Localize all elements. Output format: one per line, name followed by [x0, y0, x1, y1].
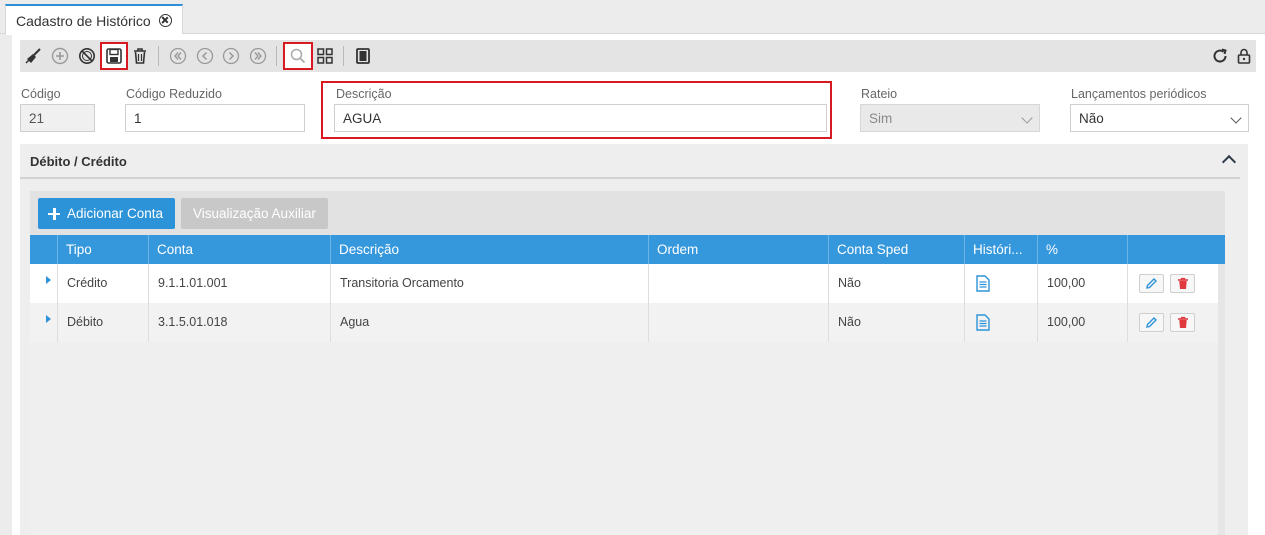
rateio-select[interactable]: Sim	[860, 104, 1040, 132]
cell-historico[interactable]	[965, 303, 1038, 342]
first-record-icon[interactable]	[166, 44, 190, 68]
codigo-field[interactable]: 21	[20, 104, 95, 132]
descricao-label: Descrição	[336, 87, 392, 101]
rateio-value: Sim	[869, 110, 893, 126]
cell-actions	[1128, 303, 1218, 342]
close-tab-icon[interactable]	[158, 14, 172, 27]
column-percent[interactable]: %	[1038, 235, 1128, 264]
column-descricao[interactable]: Descrição	[331, 235, 649, 264]
row-expander[interactable]	[30, 303, 58, 342]
grid-view-icon[interactable]	[313, 44, 337, 68]
broom-icon[interactable]	[22, 44, 46, 68]
codigo-reduzido-field[interactable]: 1	[125, 104, 305, 132]
cell-conta: 3.1.5.01.018	[149, 303, 331, 342]
cell-descricao: Agua	[331, 303, 649, 342]
grid-scrollbar[interactable]	[1218, 264, 1225, 535]
column-historico[interactable]: Históri...	[965, 235, 1038, 264]
add-account-button[interactable]: Adicionar Conta	[38, 198, 176, 229]
chevron-up-icon[interactable]	[1221, 154, 1237, 170]
toolbar-separator	[343, 46, 344, 66]
delete-button[interactable]	[1170, 274, 1195, 293]
cell-conta-sped: Não	[829, 303, 965, 342]
table-row[interactable]: Crédito 9.1.1.01.001 Transitoria Orcamen…	[30, 264, 1218, 303]
lock-icon[interactable]	[1232, 44, 1256, 68]
cell-percent: 100,00	[1038, 303, 1128, 342]
section-title: Débito / Crédito	[30, 154, 127, 169]
lancamentos-value: Não	[1079, 110, 1104, 126]
descricao-field[interactable]: AGUA	[334, 104, 827, 132]
trash-icon	[1177, 277, 1188, 289]
column-conta-sped[interactable]: Conta Sped	[829, 235, 965, 264]
delete-button[interactable]	[1170, 313, 1195, 332]
cell-actions	[1128, 264, 1218, 303]
cell-ordem	[649, 303, 829, 342]
lancamentos-label: Lançamentos periódicos	[1071, 87, 1207, 101]
tab-strip: Cadastro de Histórico	[0, 0, 1265, 35]
add-account-label: Adicionar Conta	[67, 206, 164, 221]
column-tipo[interactable]: Tipo	[58, 235, 149, 264]
search-icon[interactable]	[283, 42, 313, 70]
cell-tipo: Débito	[58, 303, 149, 342]
cell-descricao: Transitoria Orcamento	[331, 264, 649, 303]
toolbar-separator	[158, 46, 159, 66]
edit-button[interactable]	[1139, 274, 1164, 293]
column-ordem[interactable]: Ordem	[649, 235, 829, 264]
table-row[interactable]: Débito 3.1.5.01.018 Agua Não 100,00	[30, 303, 1218, 342]
trash-icon	[1177, 316, 1188, 328]
section-divider	[20, 177, 1240, 179]
last-record-icon[interactable]	[246, 44, 270, 68]
toolbar	[20, 40, 1256, 72]
edit-button[interactable]	[1139, 313, 1164, 332]
accounts-grid: Tipo Conta Descrição Ordem Conta Sped Hi…	[30, 235, 1225, 535]
chevron-down-icon	[1021, 112, 1033, 124]
rateio-label: Rateio	[861, 87, 898, 101]
codigo-reduzido-label: Código Reduzido	[126, 87, 222, 101]
report-icon[interactable]	[351, 44, 375, 68]
pencil-icon	[1146, 278, 1157, 289]
column-actions	[1128, 235, 1225, 264]
caret-right-icon	[46, 315, 51, 323]
cell-conta-sped: Não	[829, 264, 965, 303]
column-conta[interactable]: Conta	[149, 235, 331, 264]
column-expand	[30, 235, 58, 264]
auxiliary-view-button: Visualização Auxiliar	[181, 198, 328, 229]
main-panel: Código 21 Código Reduzido 1 Descrição AG…	[12, 34, 1265, 535]
plus-icon	[48, 207, 60, 220]
codigo-label: Código	[21, 87, 61, 101]
tab-cadastro-historico[interactable]: Cadastro de Histórico	[5, 4, 183, 35]
document-icon	[976, 314, 990, 331]
section-body: Adicionar Conta Visualização Auxiliar Ti…	[30, 191, 1225, 535]
cell-historico[interactable]	[965, 264, 1038, 303]
save-icon[interactable]	[100, 42, 128, 70]
next-record-icon[interactable]	[219, 44, 243, 68]
tab-title: Cadastro de Histórico	[16, 12, 151, 29]
pencil-icon	[1146, 317, 1157, 328]
document-icon	[976, 275, 990, 292]
lancamentos-select[interactable]: Não	[1070, 104, 1249, 132]
trash-icon[interactable]	[128, 44, 152, 68]
toolbar-separator	[276, 46, 277, 66]
add-icon[interactable]	[48, 44, 72, 68]
cell-tipo: Crédito	[58, 264, 149, 303]
cell-ordem	[649, 264, 829, 303]
cell-percent: 100,00	[1038, 264, 1128, 303]
row-expander[interactable]	[30, 264, 58, 303]
cell-conta: 9.1.1.01.001	[149, 264, 331, 303]
previous-record-icon[interactable]	[193, 44, 217, 68]
refresh-icon[interactable]	[1208, 44, 1232, 68]
caret-right-icon	[46, 276, 51, 284]
cancel-icon[interactable]	[75, 44, 99, 68]
chevron-down-icon	[1230, 112, 1242, 124]
debito-credito-section: Débito / Crédito Adicionar Conta Visuali…	[20, 144, 1248, 535]
grid-header: Tipo Conta Descrição Ordem Conta Sped Hi…	[30, 235, 1225, 264]
